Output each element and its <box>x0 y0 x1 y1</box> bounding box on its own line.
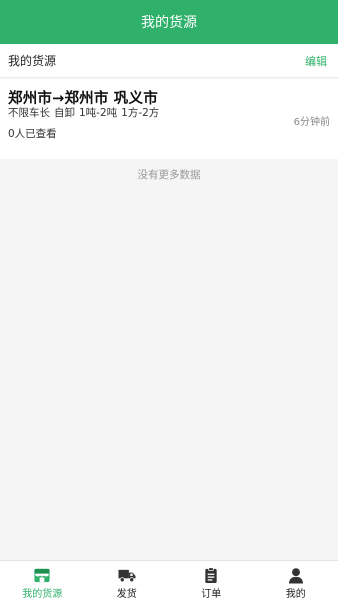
edit-button[interactable]: 编辑 <box>305 53 327 69</box>
title-bar: 我的货源 <box>0 0 338 44</box>
store-icon <box>34 568 50 583</box>
tab-label: 订单 <box>201 589 222 600</box>
page-title: 我的货源 <box>141 15 197 31</box>
truck-icon <box>118 569 136 583</box>
tab-orders[interactable]: 订单 <box>169 561 254 600</box>
tab-my-cargo[interactable]: 我的货源 <box>0 561 85 600</box>
tab-label: 我的货源 <box>22 589 63 600</box>
section-header: 我的货源 编辑 <box>0 44 338 78</box>
unload-type: 自卸 <box>54 107 75 119</box>
cargo-details: 不限车长 自卸 1吨-2吨 1方-2方 <box>8 105 163 120</box>
no-more-data-text: 没有更多数据 <box>137 169 201 181</box>
tab-label: 发货 <box>116 589 137 600</box>
bottom-tab-bar: 我的货源 发货 订单 我的 <box>0 560 338 600</box>
tab-me[interactable]: 我的 <box>254 561 338 600</box>
view-count: 0人已查看 <box>8 128 57 140</box>
app-root: 我的货源 我的货源 编辑 郑州市→郑州市 巩义市 不限车长 自卸 1吨-2吨 1方-2… <box>0 0 338 600</box>
cargo-weight: 1吨-2吨 <box>79 107 118 119</box>
truck-length: 不限车长 <box>8 107 50 119</box>
user-icon <box>288 568 303 584</box>
posted-time: 6分钟前 <box>293 117 330 128</box>
cargo-volume: 1方-2方 <box>121 107 160 119</box>
tab-ship[interactable]: 发货 <box>85 561 170 600</box>
clipboard-icon <box>205 567 217 584</box>
cargo-card[interactable]: 郑州市→郑州市 巩义市 不限车长 自卸 1吨-2吨 1方-2方 6分钟前 0人已查看 <box>0 79 338 159</box>
tab-label: 我的 <box>285 589 306 600</box>
section-label: 我的货源 <box>8 54 57 68</box>
